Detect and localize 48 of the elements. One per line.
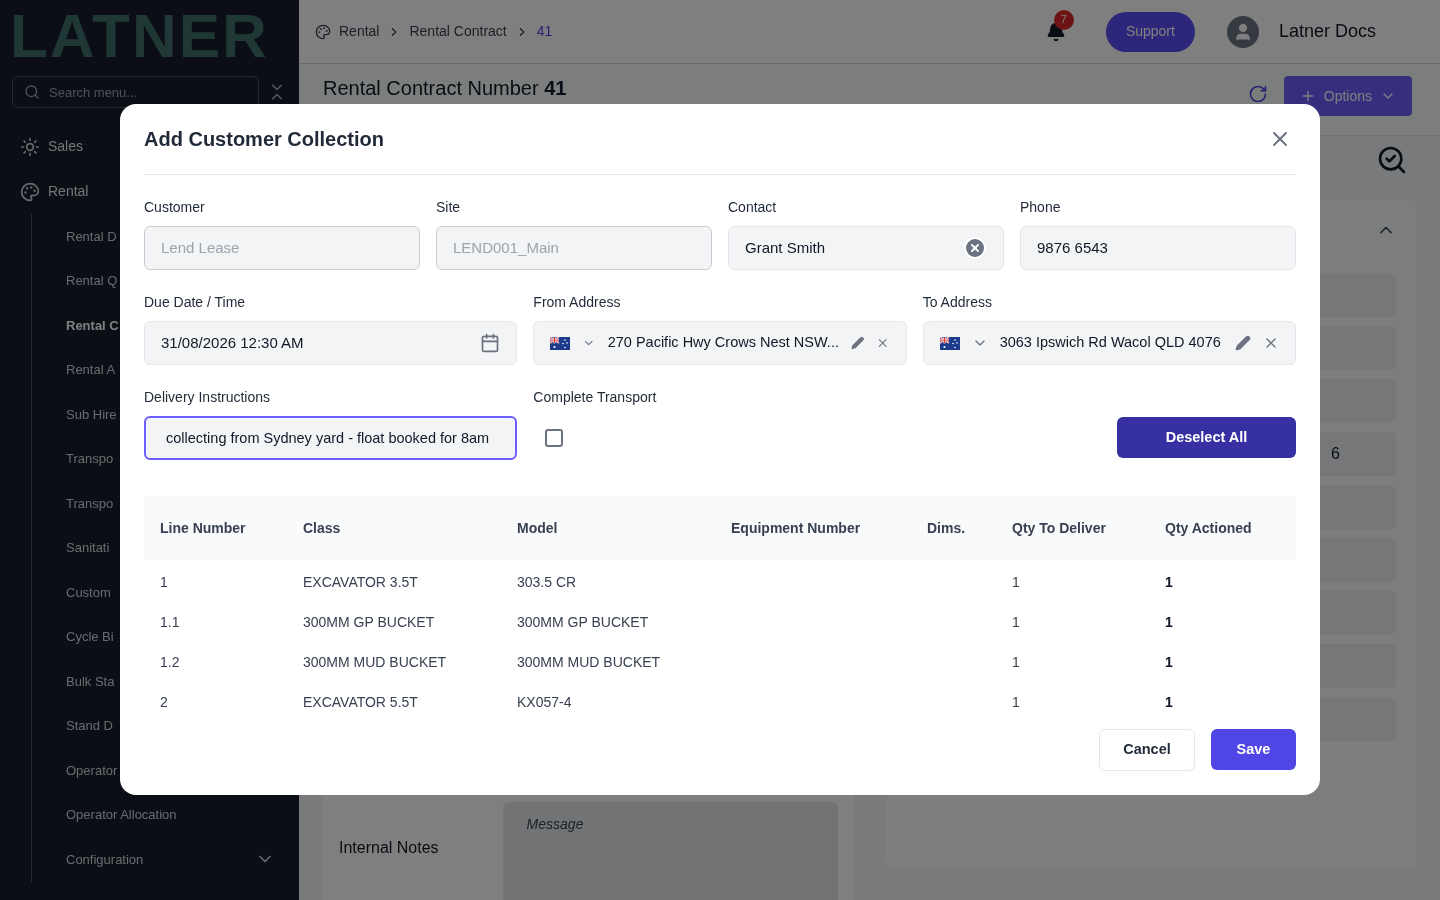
table-cell: 1.2 <box>160 653 180 670</box>
table-cell: 300MM GP BUCKET <box>303 613 435 630</box>
field-value: Lend Lease <box>161 237 240 258</box>
field-label: To Address <box>922 293 993 312</box>
table-cell: 1 <box>1165 693 1173 710</box>
field-value: Grant Smith <box>745 237 827 258</box>
column-header: Equipment Number <box>731 518 862 538</box>
column-header: Model <box>517 518 559 538</box>
field-label: Customer <box>144 198 206 217</box>
table-cell: 1 <box>160 573 168 590</box>
table-cell: 1 <box>1012 693 1020 710</box>
table-cell: 1 <box>1165 613 1173 630</box>
table-cell: 300MM GP BUCKET <box>517 613 649 630</box>
field-value: 31/08/2026 12:30 AM <box>161 332 305 353</box>
field-value: LEND001_Main <box>453 237 559 258</box>
table-cell: EXCAVATOR 3.5T <box>303 573 418 590</box>
field-label: Complete Transport <box>533 388 658 407</box>
field-value: 9876 6543 <box>1037 237 1108 258</box>
field-value: 270 Pacific Hwy Crows Nest NSW... <box>607 333 839 353</box>
table-cell: 1 <box>1012 573 1020 590</box>
column-header: Qty To Deliver <box>1012 518 1107 538</box>
table-cell: 303.5 CR <box>517 573 577 590</box>
field-label: Phone <box>1020 198 1062 217</box>
field-label: From Address <box>533 293 622 312</box>
table-cell: 300MM MUD BUCKET <box>517 653 661 670</box>
column-header: Line Number <box>160 518 247 538</box>
table-cell: 1 <box>1165 573 1173 590</box>
page-title: Rental Contract Number 41 <box>323 76 568 100</box>
field-label: Contact <box>728 198 778 217</box>
column-header: Qty Actioned <box>1165 518 1253 538</box>
notification-badge: 7 <box>1053 9 1074 30</box>
field-label: Delivery Instructions <box>144 388 272 407</box>
field-label: Site <box>436 198 462 217</box>
table-cell: 300MM MUD BUCKET <box>303 653 447 670</box>
column-header: Dims. <box>927 518 967 538</box>
table-cell: 1 <box>1165 653 1173 670</box>
table-cell: 1.1 <box>160 613 180 630</box>
table-cell: 2 <box>160 693 168 710</box>
notes-label: Internal Notes <box>339 838 439 858</box>
table-cell: 1 <box>1012 653 1020 670</box>
user-name: Latner Docs <box>1278 20 1376 43</box>
table-cell: 1 <box>1012 613 1020 630</box>
column-header: Class <box>303 518 342 538</box>
table-cell: EXCAVATOR 5.5T <box>303 693 418 710</box>
field-label: Due Date / Time <box>144 293 247 312</box>
field-value: 3063 Ipswich Rd Wacol QLD 4076 <box>999 333 1222 353</box>
table-cell: KX057-4 <box>517 693 572 710</box>
dialog-title: Add Customer Collection <box>144 127 384 152</box>
